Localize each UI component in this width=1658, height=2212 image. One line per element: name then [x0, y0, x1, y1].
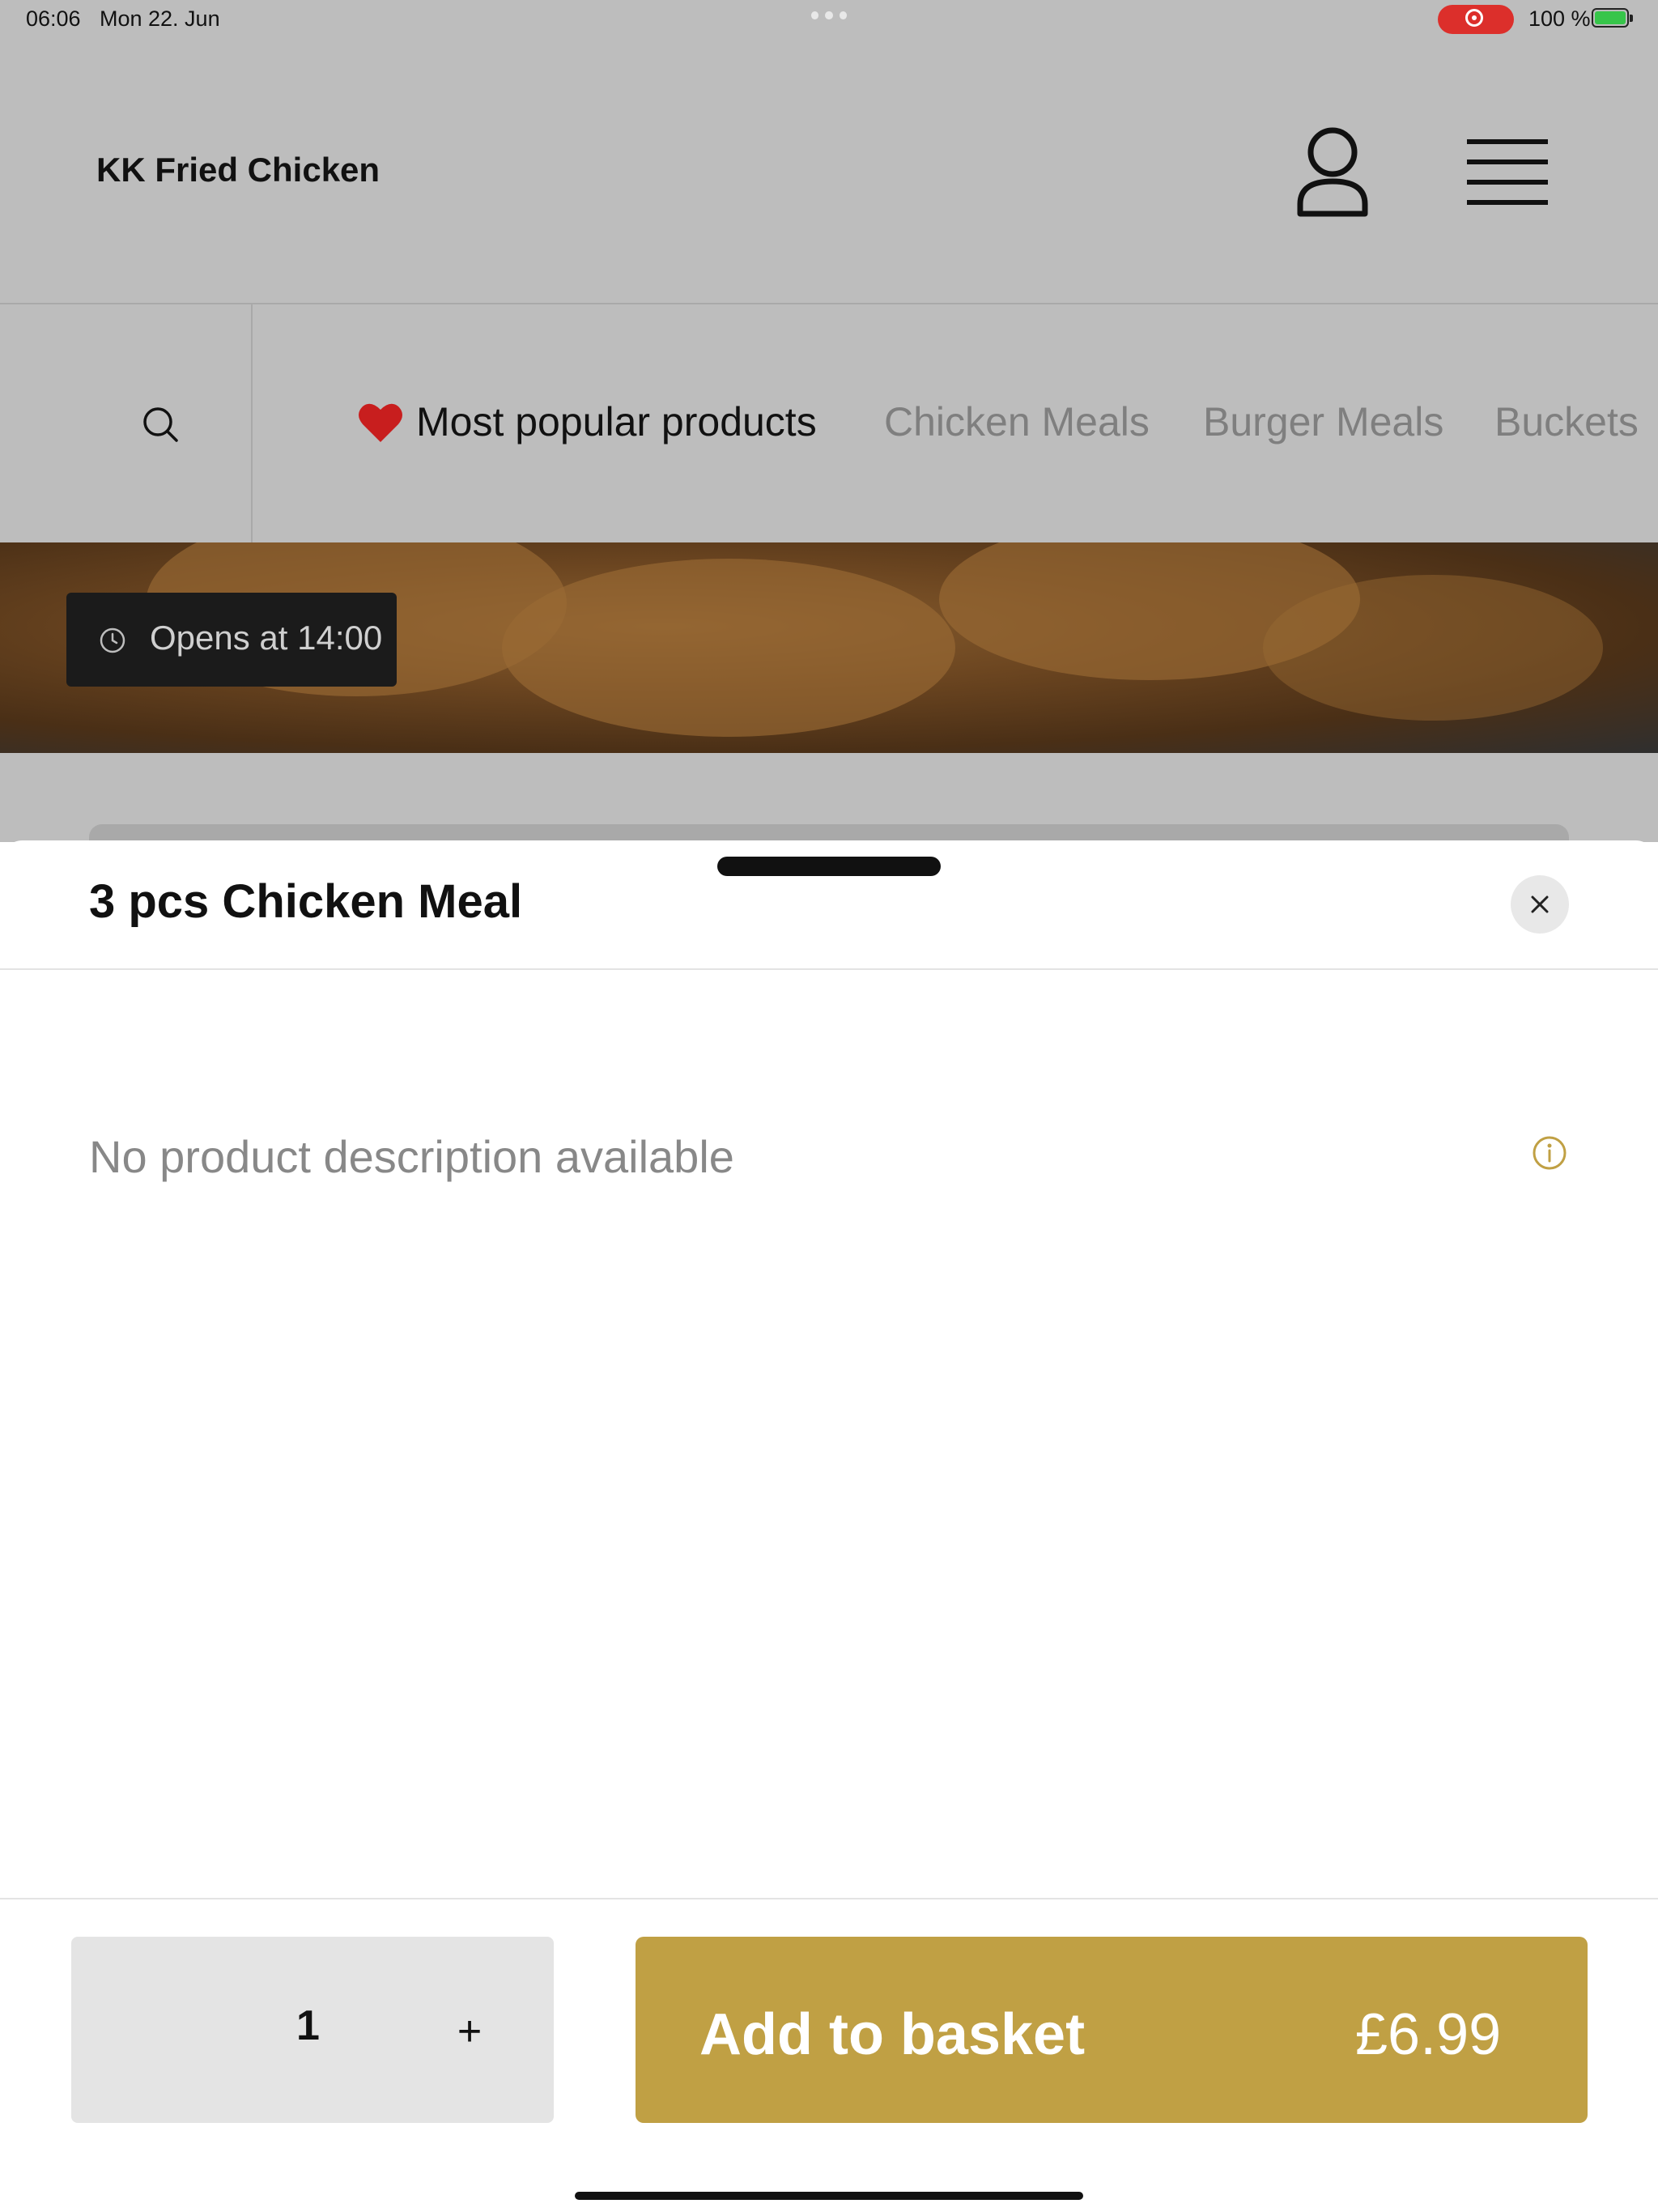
sheet-grabber[interactable]: [717, 857, 941, 876]
battery-percentage: 100 %: [1528, 6, 1591, 31]
product-price: £6.99: [1355, 2002, 1502, 2067]
heart-icon: [359, 403, 402, 442]
opening-hours-text: Opens at 14:00: [150, 619, 383, 657]
screen-recording-icon[interactable]: [1438, 5, 1514, 34]
multitasking-dots-icon[interactable]: [811, 11, 847, 23]
product-description: No product description available: [89, 1131, 734, 1182]
category-tab-chicken-meals[interactable]: Chicken Meals: [884, 398, 1150, 445]
category-tab-burger-meals[interactable]: Burger Meals: [1203, 398, 1443, 445]
user-icon[interactable]: [1294, 126, 1371, 217]
brand-name[interactable]: KK Fried Chicken: [96, 151, 380, 189]
sheet-divider: [0, 968, 1658, 970]
product-title: 3 pcs Chicken Meal: [89, 875, 523, 928]
menu-icon[interactable]: [1467, 136, 1548, 207]
info-icon[interactable]: [1532, 1135, 1567, 1171]
category-tab-buckets[interactable]: Buckets: [1494, 398, 1639, 445]
battery-charging-icon: [1592, 8, 1633, 28]
search-icon[interactable]: [141, 405, 180, 444]
footer-divider: [0, 1898, 1658, 1899]
category-tab-most-popular[interactable]: Most popular products: [416, 398, 817, 445]
increase-quantity-button[interactable]: +: [447, 2003, 492, 2060]
close-icon: [1531, 895, 1549, 913]
status-date: Mon 22. Jun: [100, 6, 220, 31]
close-button[interactable]: [1511, 875, 1569, 934]
clock-icon: [100, 627, 125, 653]
search-button[interactable]: [0, 304, 251, 542]
status-time: 06:06: [26, 6, 81, 31]
add-to-basket-label: Add to basket: [699, 2002, 1086, 2067]
quantity-value: 1: [296, 2002, 320, 2049]
category-divider: [251, 304, 253, 542]
home-indicator[interactable]: [575, 2192, 1083, 2200]
